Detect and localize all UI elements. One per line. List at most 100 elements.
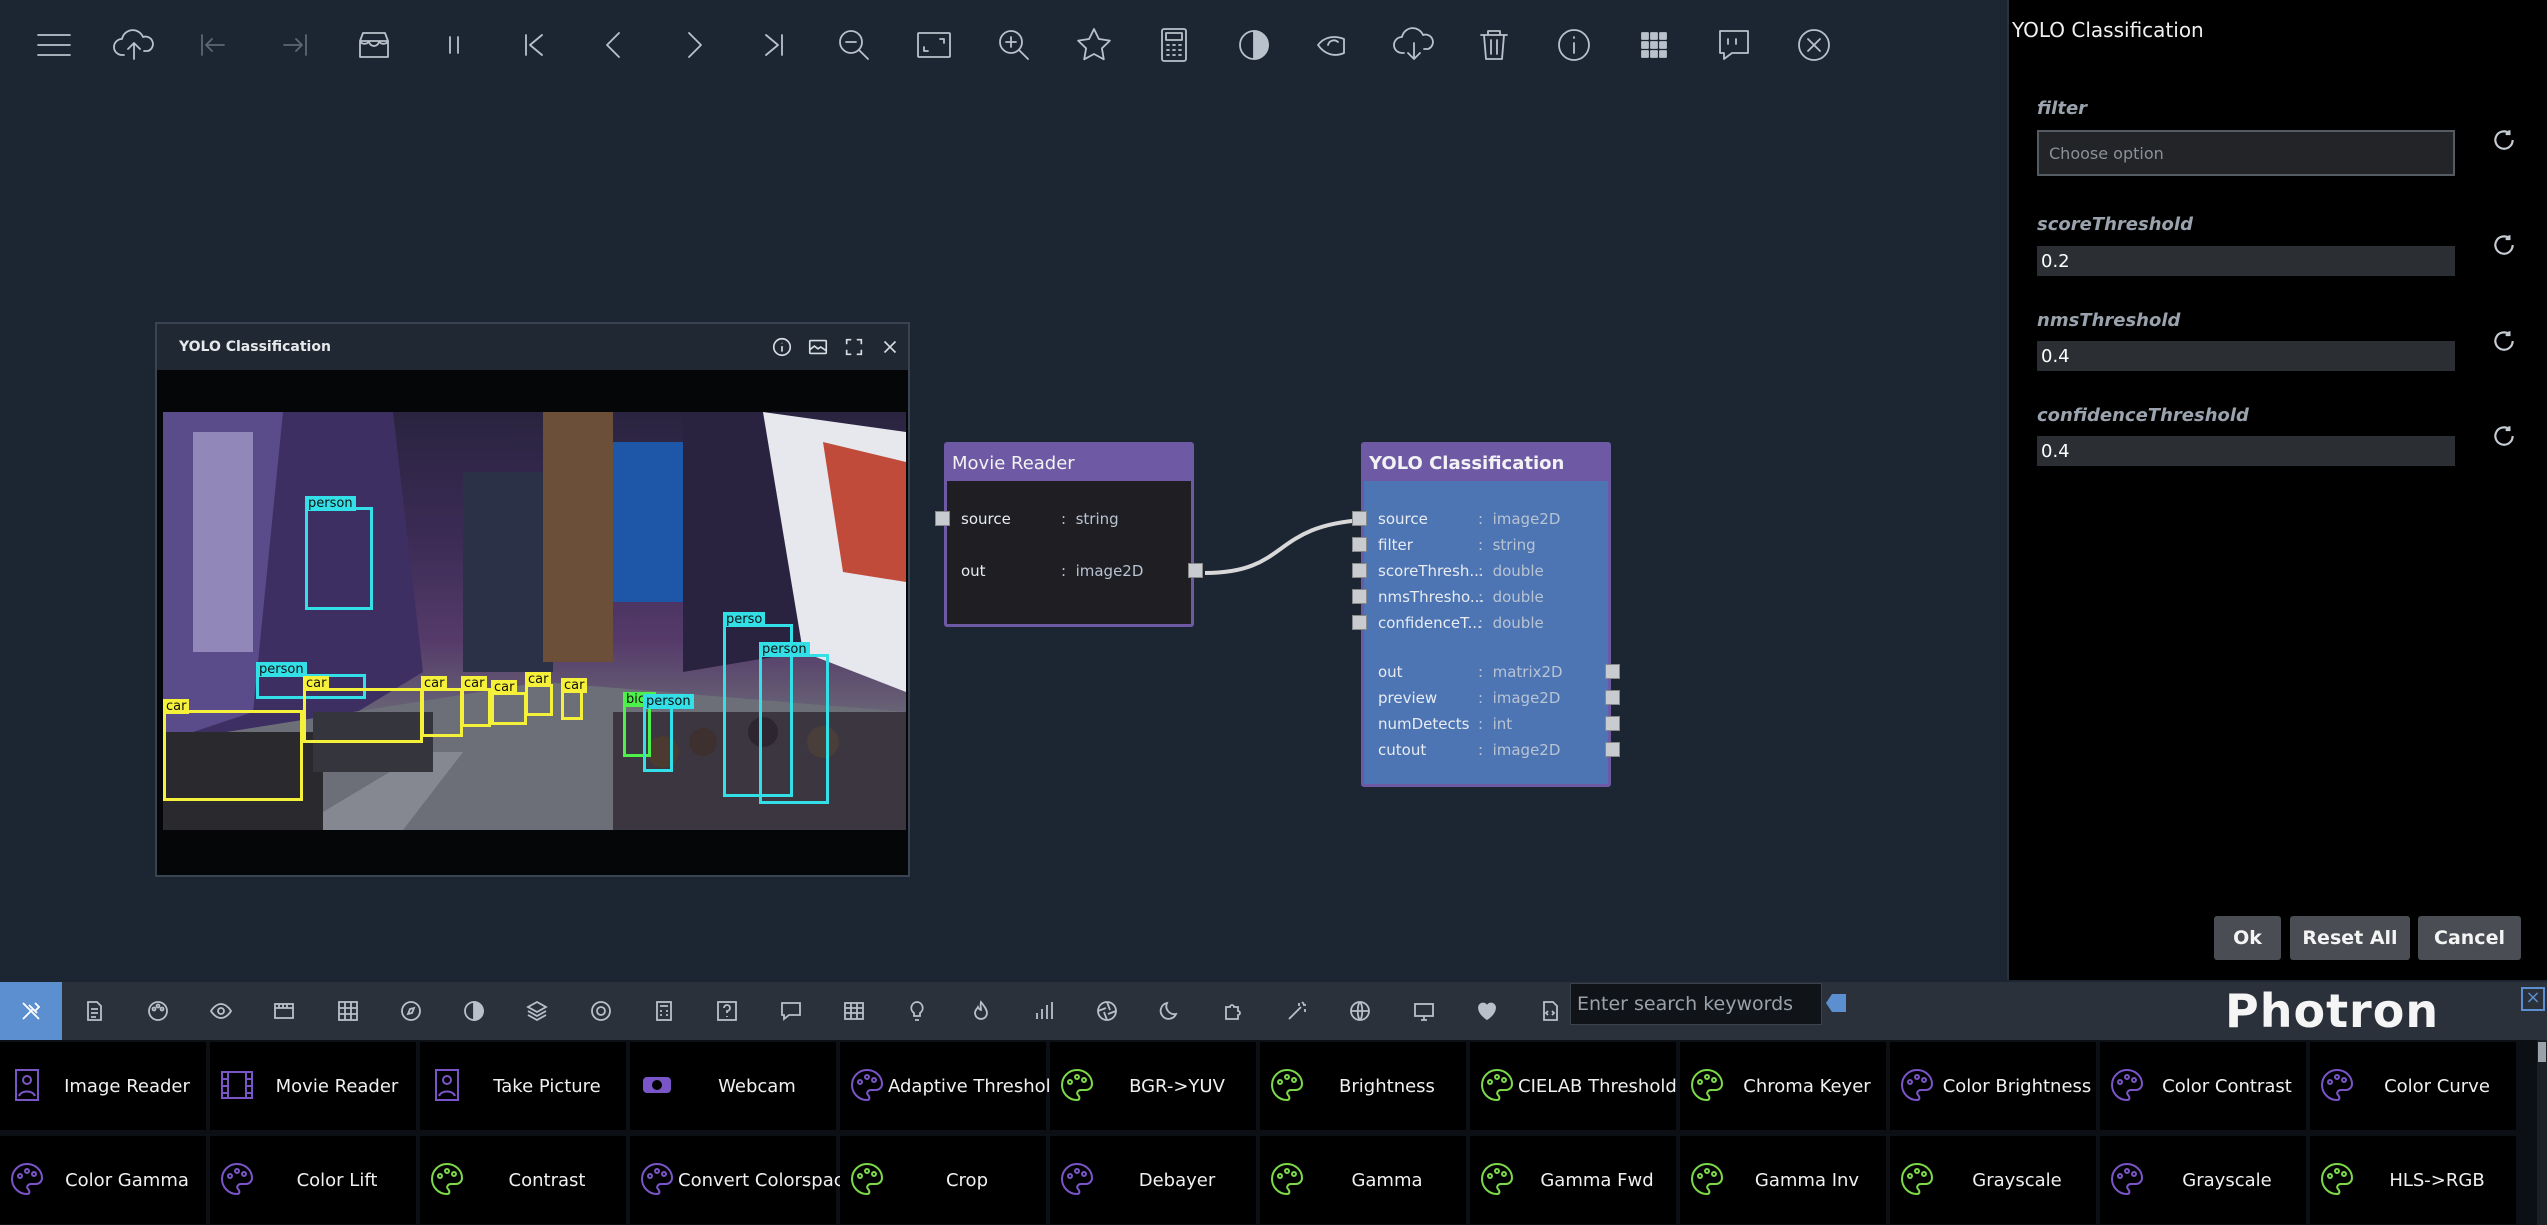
palette-item[interactable]: Grayscale	[2100, 1136, 2306, 1224]
palette-item[interactable]: Convert Colorspace	[630, 1136, 855, 1224]
contrast-icon[interactable]	[1214, 5, 1294, 85]
confidence-threshold-input[interactable]: 0.4	[2037, 436, 2455, 466]
palette-item[interactable]: Color Curve	[2310, 1042, 2516, 1130]
help-icon[interactable]	[696, 982, 758, 1040]
palette-item[interactable]: Crop	[840, 1136, 1046, 1224]
palette-item[interactable]: Color Lift	[210, 1136, 416, 1224]
target-icon[interactable]	[570, 982, 632, 1040]
layers-icon[interactable]	[506, 982, 568, 1040]
bar-chart-icon[interactable]	[1013, 982, 1075, 1040]
palette-item[interactable]: Brightness	[1260, 1042, 1466, 1130]
next-icon[interactable]	[654, 5, 734, 85]
palette-item[interactable]: Contrast	[420, 1136, 626, 1224]
palette-item[interactable]: Gamma Inv	[1680, 1136, 1886, 1224]
zoom-in-icon[interactable]	[974, 5, 1054, 85]
port-connector[interactable]	[1352, 537, 1367, 552]
store-icon[interactable]	[334, 5, 414, 85]
close-circle-icon[interactable]	[1774, 5, 1854, 85]
compass-icon[interactable]	[380, 982, 442, 1040]
palette-scrollbar[interactable]	[2537, 1040, 2547, 1225]
port-connector[interactable]	[1352, 589, 1367, 604]
info-icon[interactable]	[1534, 5, 1614, 85]
palette-item[interactable]: HLS->RGB	[2310, 1136, 2516, 1224]
skip-first-icon[interactable]	[494, 5, 574, 85]
port-connector[interactable]	[1605, 742, 1620, 757]
step-back-icon[interactable]	[174, 5, 254, 85]
fit-screen-icon[interactable]	[894, 5, 974, 85]
palette-item[interactable]: Color Contrast	[2100, 1042, 2306, 1130]
close-palette-icon[interactable]: ×	[2521, 987, 2545, 1011]
palette-item[interactable]: Gamma Fwd	[1470, 1136, 1676, 1224]
reset-confidence-icon[interactable]	[2491, 423, 2517, 449]
table-icon[interactable]	[823, 982, 885, 1040]
aperture-icon[interactable]	[1076, 982, 1138, 1040]
palette-item[interactable]: Chroma Keyer	[1680, 1042, 1886, 1130]
comment-icon[interactable]	[1694, 5, 1774, 85]
tools-icon[interactable]	[0, 982, 62, 1040]
palette-item[interactable]: Take Picture	[420, 1042, 626, 1130]
calculator-icon[interactable]	[633, 982, 695, 1040]
magic-wand-icon[interactable]	[1266, 982, 1328, 1040]
port-connector[interactable]	[1605, 690, 1620, 705]
palette-item[interactable]: Movie Reader	[210, 1042, 416, 1130]
ok-button[interactable]: Ok	[2214, 916, 2281, 960]
palette-item[interactable]: Color Brightness	[1890, 1042, 2096, 1130]
skip-last-icon[interactable]	[734, 5, 814, 85]
calculator-icon[interactable]	[1134, 5, 1214, 85]
port-connector[interactable]	[1352, 511, 1367, 526]
heart-icon[interactable]	[1456, 982, 1518, 1040]
clear-search-icon[interactable]	[1826, 994, 1846, 1012]
port-connector[interactable]	[1352, 615, 1367, 630]
cloud-upload-icon[interactable]	[94, 5, 174, 85]
film-strip-icon[interactable]	[253, 982, 315, 1040]
apps-grid-icon[interactable]	[1614, 5, 1694, 85]
zoom-out-icon[interactable]	[814, 5, 894, 85]
port-connector[interactable]	[935, 511, 950, 526]
star-icon[interactable]	[1054, 5, 1134, 85]
palette-icon[interactable]	[127, 982, 189, 1040]
yolo-classification-node[interactable]: YOLO Classification source: image2D filte…	[1352, 442, 1620, 787]
palette-item[interactable]: Webcam	[630, 1042, 836, 1130]
palette-item[interactable]: Image Reader	[0, 1042, 206, 1130]
search-input[interactable]: Enter search keywords	[1570, 983, 1822, 1025]
filter-select[interactable]: Choose option	[2037, 130, 2455, 176]
bulb-icon[interactable]	[886, 982, 948, 1040]
globe-icon[interactable]	[1329, 982, 1391, 1040]
prev-icon[interactable]	[574, 5, 654, 85]
cancel-button[interactable]: Cancel	[2418, 916, 2521, 960]
contrast-icon[interactable]	[443, 982, 505, 1040]
node-graph-canvas[interactable]: YOLO Classification person person car ca…	[0, 90, 2005, 980]
palette-item[interactable]: Debayer	[1050, 1136, 1256, 1224]
reset-nms-icon[interactable]	[2491, 328, 2517, 354]
moon-icon[interactable]	[1139, 982, 1201, 1040]
eye-icon[interactable]	[190, 982, 252, 1040]
puzzle-icon[interactable]	[1203, 982, 1265, 1040]
document-icon[interactable]	[63, 982, 125, 1040]
palette-item[interactable]: Adaptive Threshold	[840, 1042, 1062, 1130]
trash-icon[interactable]	[1454, 5, 1534, 85]
port-connector[interactable]	[1605, 716, 1620, 731]
reset-filter-icon[interactable]	[2491, 127, 2517, 153]
grid-icon[interactable]	[317, 982, 379, 1040]
movie-reader-node[interactable]: Movie Reader source: string out: image2D	[935, 442, 1203, 627]
port-connector[interactable]	[1352, 563, 1367, 578]
port-connector[interactable]	[1605, 664, 1620, 679]
palette-item[interactable]: Color Gamma	[0, 1136, 206, 1224]
cloud-download-icon[interactable]	[1374, 5, 1454, 85]
palette-item[interactable]: Gamma	[1260, 1136, 1466, 1224]
palette-item[interactable]: BGR->YUV	[1050, 1042, 1256, 1130]
fire-icon[interactable]	[950, 982, 1012, 1040]
pause-icon[interactable]	[414, 5, 494, 85]
monitor-icon[interactable]	[1393, 982, 1455, 1040]
reset-score-icon[interactable]	[2491, 232, 2517, 258]
reset-all-button[interactable]: Reset All	[2290, 916, 2410, 960]
port-connector[interactable]	[1188, 563, 1203, 578]
step-forward-icon[interactable]	[254, 5, 334, 85]
file-code-icon[interactable]	[1519, 982, 1581, 1040]
nms-threshold-input[interactable]: 0.4	[2037, 341, 2455, 371]
score-threshold-input[interactable]: 0.2	[2037, 246, 2455, 276]
palette-item[interactable]: Grayscale	[1890, 1136, 2096, 1224]
menu-icon[interactable]	[14, 5, 94, 85]
nvidia-icon[interactable]	[1294, 5, 1374, 85]
chat-icon[interactable]	[760, 982, 822, 1040]
